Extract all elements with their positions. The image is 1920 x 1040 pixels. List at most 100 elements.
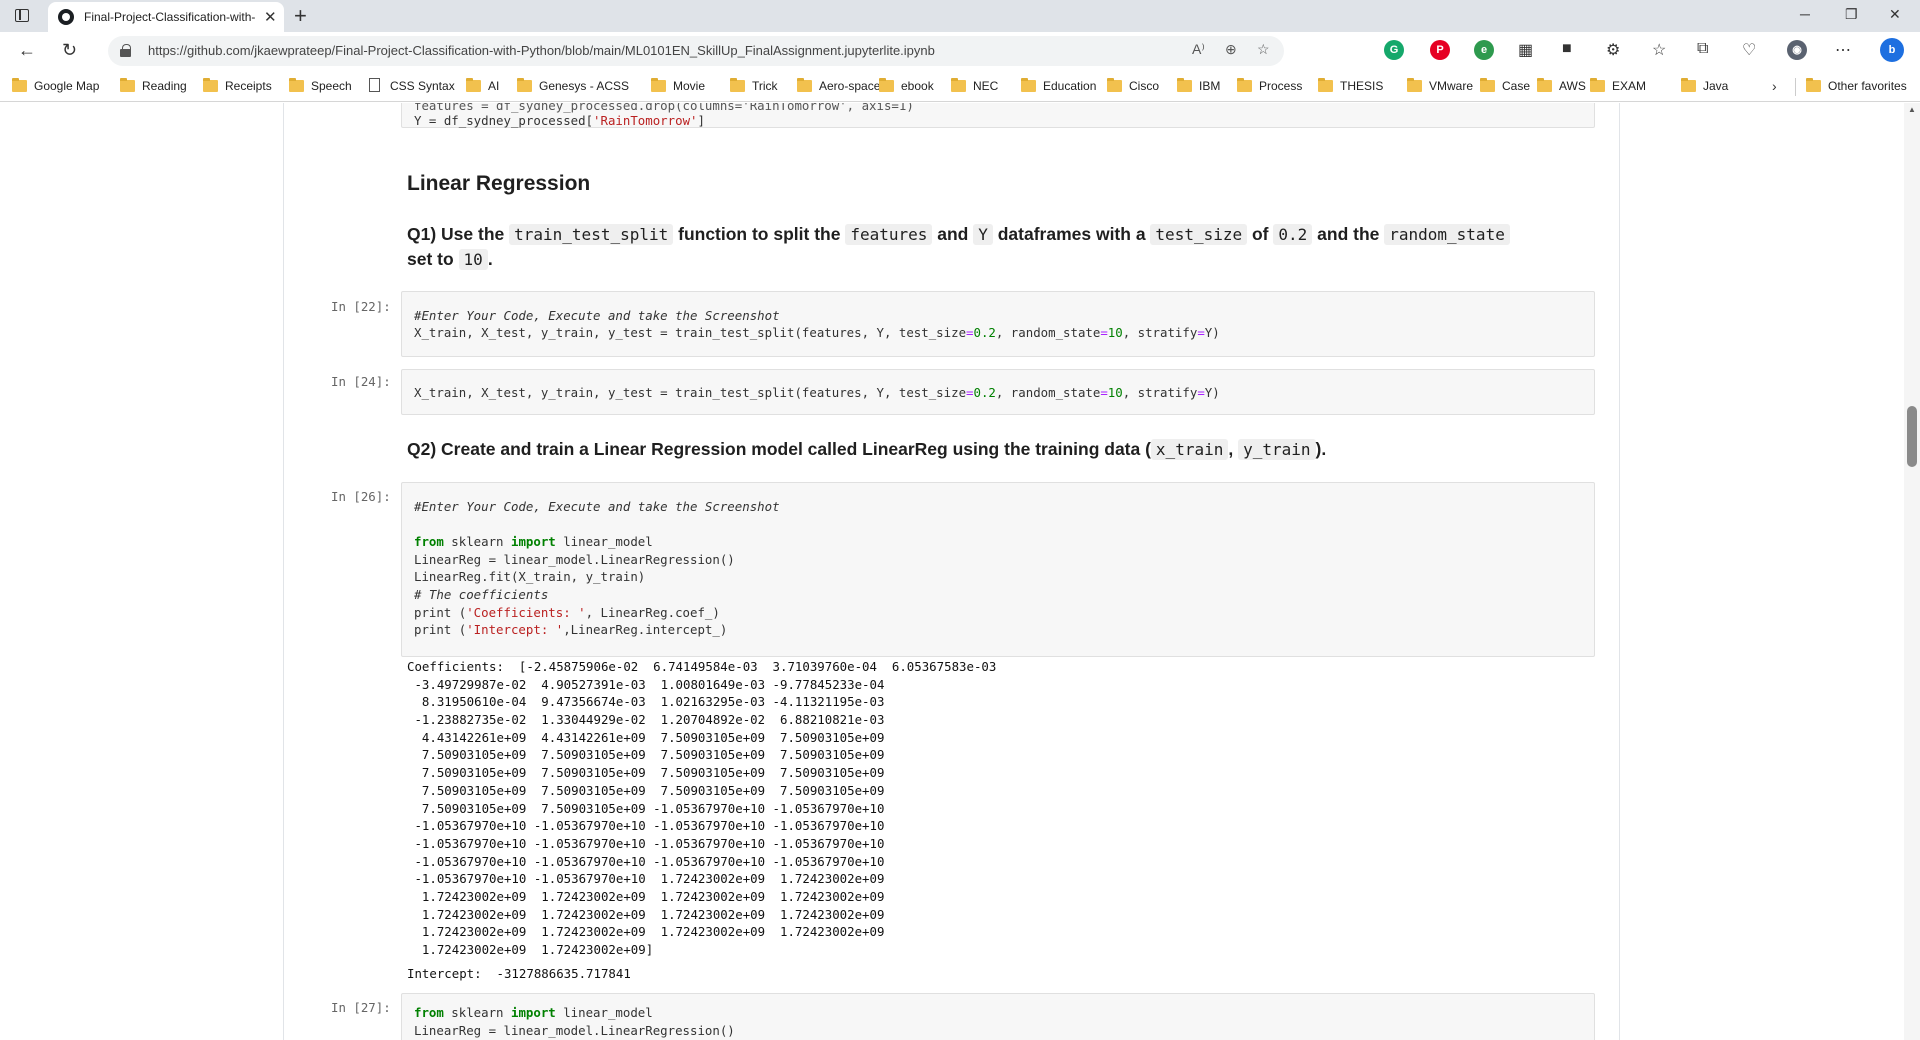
code-line: LinearReg.fit(X_train, y_train) [414, 569, 646, 584]
terminal-extension-icon[interactable]: ■ [1562, 40, 1572, 58]
code-cell-26[interactable]: #Enter Your Code, Execute and take the S… [401, 482, 1595, 657]
bookmark-label: Receipts [225, 79, 272, 93]
folder-icon [1237, 78, 1252, 92]
section-heading: Linear Regression [407, 172, 591, 195]
apps-grid-icon[interactable]: ▦ [1518, 40, 1533, 60]
extensions-icon[interactable]: ⚙ [1606, 40, 1620, 60]
folder-icon [1537, 78, 1552, 92]
folder-icon [730, 78, 745, 92]
folder-icon [879, 78, 894, 92]
cell-prompt: In [22]: [331, 299, 391, 314]
extension-badge-icon[interactable]: e [1474, 40, 1494, 60]
bookmark-label: Movie [673, 79, 706, 93]
code-cell-27[interactable]: from sklearn import linear_model LinearR… [401, 993, 1595, 1040]
bookmark-label: AWS [1559, 79, 1586, 93]
bookmark-label: NEC [973, 79, 999, 93]
pinterest-extension-icon[interactable]: P [1430, 40, 1450, 60]
more-icon[interactable]: ⋯ [1835, 40, 1851, 60]
bookmark-label: Case [1502, 79, 1531, 93]
output-line: -1.05367970e+10 -1.05367970e+10 -1.05367… [407, 818, 885, 834]
code-cell-22[interactable]: #Enter Your Code, Execute and take the S… [401, 291, 1595, 357]
sidebar-toggle-icon[interactable] [10, 6, 36, 26]
code-comment: #Enter Your Code, Execute and take the S… [414, 499, 780, 514]
bookmark-label: Speech [311, 79, 352, 93]
favorite-add-icon[interactable]: ☆ [1257, 41, 1270, 58]
zoom-icon[interactable]: ⊕ [1225, 41, 1237, 58]
code-line: LinearReg = linear_model.LinearRegressio… [414, 552, 735, 567]
code-comment: #Enter Your Code, Execute and take the S… [414, 308, 780, 323]
code-line: X_train, X_test, y_train, y_test = train… [414, 325, 1220, 340]
output-line: 7.50903105e+09 7.50903105e+09 7.50903105… [407, 782, 885, 798]
folder-icon [1806, 78, 1821, 92]
folder-icon [203, 78, 218, 92]
bookmark-label: EXAM [1612, 79, 1647, 93]
output-line: 7.50903105e+09 7.50903105e+09 7.50903105… [407, 747, 885, 763]
bookmarks-divider [1795, 78, 1796, 96]
bookmark-label: Process [1259, 79, 1303, 93]
folder-icon [651, 78, 666, 92]
folder-icon [120, 78, 135, 92]
address-bar[interactable]: https://github.com/jkaewprateep/Final-Pr… [108, 36, 1284, 66]
chevron-right-icon[interactable]: › [1772, 78, 1777, 94]
code-line: X_train, X_test, y_train, y_test = train… [414, 385, 1220, 400]
page-viewport[interactable]: features = df_sydney_processed.drop(colu… [0, 103, 1904, 1040]
code-cell-24[interactable]: X_train, X_test, y_train, y_test = train… [401, 369, 1595, 415]
window-close-icon[interactable]: ✕ [1889, 6, 1901, 23]
cell-prompt: In [26]: [331, 489, 391, 504]
cell-prompt: In [27]: [331, 1000, 391, 1015]
code-cell-top[interactable]: features = df_sydney_processed.drop(colu… [401, 103, 1595, 128]
output-line: -1.23882735e-02 1.33044929e-02 1.2070489… [407, 712, 885, 728]
copilot-icon[interactable]: b [1880, 38, 1904, 62]
refresh-icon[interactable]: ↻ [62, 40, 77, 61]
scroll-up-icon[interactable]: ▲ [1908, 105, 1916, 114]
bookmark-label: Genesys - ACSS [539, 79, 630, 93]
output-line: -1.05367970e+10 -1.05367970e+10 -1.05367… [407, 835, 885, 851]
maximize-icon[interactable]: ❐ [1845, 6, 1858, 23]
browser-essentials-icon[interactable]: ♡ [1742, 40, 1756, 60]
bookmark-label: CSS Syntax [390, 79, 455, 93]
bookmark-label: Google Map [34, 79, 100, 93]
folder-icon [289, 78, 304, 92]
output-line: -3.49729987e-02 4.90527391e-03 1.0080164… [407, 676, 885, 692]
bookmark-label: ebook [901, 79, 934, 93]
tab-active[interactable]: Final-Project-Classification-with- ✕ [48, 2, 284, 32]
read-aloud-icon[interactable]: A⁾ [1192, 41, 1205, 58]
question-1: Q1) Use the train_test_split function to… [407, 222, 1587, 272]
folder-icon [951, 78, 966, 92]
profile-avatar-icon[interactable]: ◉ [1787, 40, 1807, 60]
folder-icon [1480, 78, 1495, 92]
folder-icon [797, 78, 812, 92]
tab-title: Final-Project-Classification-with- [84, 10, 256, 24]
output-line: 1.72423002e+09 1.72423002e+09] [407, 942, 654, 957]
code-line: print ('Coefficients: ', LinearReg.coef_… [414, 605, 720, 620]
cell-output: Coefficients: [-2.45875906e-02 6.7414958… [407, 659, 996, 960]
bookmark-label: IBM [1199, 79, 1221, 93]
vertical-scrollbar[interactable]: ▲ [1904, 103, 1920, 1040]
cell-prompt: In [24]: [331, 374, 391, 389]
plus-icon[interactable]: + [294, 3, 307, 29]
folder-icon [1021, 78, 1036, 92]
folder-icon [1177, 78, 1192, 92]
folder-icon [1590, 78, 1605, 92]
close-icon[interactable]: ✕ [264, 8, 277, 26]
bookmarks-bar: Google Map Reading Receipts Speech CSS Synta… [0, 70, 1920, 102]
address-bar-row: ← ↻ https://github.com/jkaewprateep/Fina… [0, 32, 1920, 70]
lock-icon[interactable] [120, 44, 131, 57]
scrollbar-thumb[interactable] [1907, 406, 1917, 467]
collections-icon[interactable]: ⧉ [1697, 40, 1708, 58]
output-line: 1.72423002e+09 1.72423002e+09 1.72423002… [407, 906, 885, 922]
folder-icon [517, 78, 532, 92]
grammarly-extension-icon[interactable]: G [1384, 40, 1404, 60]
code-line: print ('Intercept: ',LinearReg.intercept… [414, 622, 728, 637]
output-line: Coefficients: [-2.45875906e-02 6.7414958… [407, 659, 997, 674]
folder-icon [1681, 78, 1696, 92]
code-line: from sklearn import linear_model [414, 534, 653, 549]
folder-icon [1407, 78, 1422, 92]
url-text[interactable]: https://github.com/jkaewprateep/Final-Pr… [148, 43, 935, 58]
folder-icon [1318, 78, 1333, 92]
bookmark-label: Trick [752, 79, 778, 93]
favorites-icon[interactable]: ☆ [1652, 40, 1666, 60]
bookmark-label: THESIS [1340, 79, 1384, 93]
back-icon[interactable]: ← [18, 40, 36, 61]
minimize-icon[interactable]: ─ [1800, 6, 1810, 22]
